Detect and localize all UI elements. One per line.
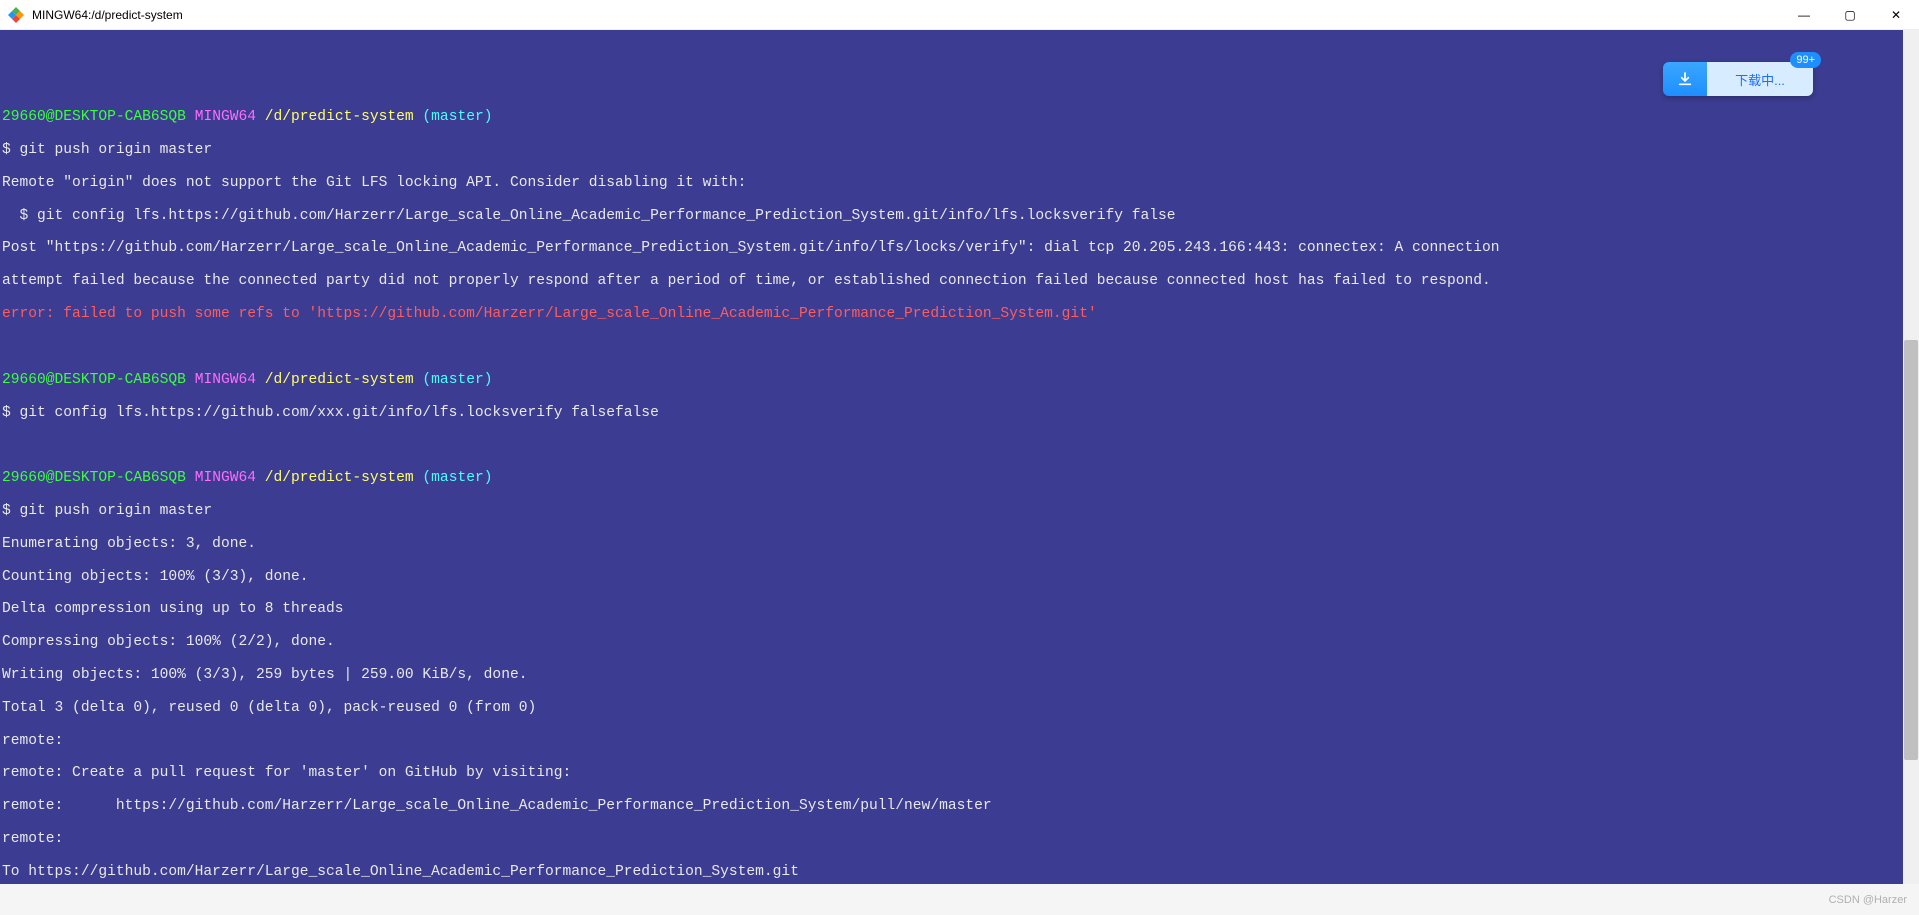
cmd-line: $ git push origin master [2, 142, 1917, 158]
app-icon [8, 7, 24, 23]
output-line: remote: https://github.com/Harzerr/Large… [2, 798, 1917, 814]
output-line: Remote "origin" does not support the Git… [2, 175, 1917, 191]
cmd-line: $ git push origin master [2, 503, 1917, 519]
output-line: Counting objects: 100% (3/3), done. [2, 569, 1917, 585]
output-line: Delta compression using up to 8 threads [2, 601, 1917, 617]
download-icon [1663, 62, 1707, 96]
scrollbar-thumb[interactable] [1904, 340, 1918, 760]
minimize-button[interactable]: — [1781, 0, 1827, 30]
bottom-bar: CSDN @Harzer [0, 884, 1919, 915]
maximize-button[interactable]: ▢ [1827, 0, 1873, 30]
titlebar: MINGW64:/d/predict-system — ▢ ✕ [0, 0, 1919, 30]
output-line: remote: [2, 831, 1917, 847]
terminal[interactable]: 29660@DESKTOP-CAB6SQB MINGW64 /d/predict… [0, 30, 1919, 884]
download-widget[interactable]: 下载中... 99+ [1663, 62, 1813, 96]
scrollbar-track[interactable] [1903, 30, 1919, 884]
output-line: Post "https://github.com/Harzerr/Large_s… [2, 240, 1917, 256]
output-line: Writing objects: 100% (3/3), 259 bytes |… [2, 667, 1917, 683]
window-title: MINGW64:/d/predict-system [32, 8, 183, 22]
output-line: attempt failed because the connected par… [2, 273, 1917, 289]
download-badge: 99+ [1790, 52, 1821, 68]
prompt-line: 29660@DESKTOP-CAB6SQB MINGW64 /d/predict… [2, 109, 1917, 125]
window-controls: — ▢ ✕ [1781, 0, 1919, 30]
output-line: remote: [2, 733, 1917, 749]
output-line: Compressing objects: 100% (2/2), done. [2, 634, 1917, 650]
output-line: Total 3 (delta 0), reused 0 (delta 0), p… [2, 700, 1917, 716]
output-line: Enumerating objects: 3, done. [2, 536, 1917, 552]
prompt-line: 29660@DESKTOP-CAB6SQB MINGW64 /d/predict… [2, 470, 1917, 486]
output-line: $ git config lfs.https://github.com/Harz… [2, 208, 1917, 224]
output-line: remote: Create a pull request for 'maste… [2, 765, 1917, 781]
output-line: To https://github.com/Harzerr/Large_scal… [2, 864, 1917, 880]
watermark: CSDN @Harzer [1829, 894, 1907, 906]
prompt-line: 29660@DESKTOP-CAB6SQB MINGW64 /d/predict… [2, 372, 1917, 388]
error-line: error: failed to push some refs to 'http… [2, 306, 1917, 322]
terminal-content: 29660@DESKTOP-CAB6SQB MINGW64 /d/predict… [0, 46, 1919, 884]
cmd-line: $ git config lfs.https://github.com/xxx.… [2, 405, 1917, 421]
close-button[interactable]: ✕ [1873, 0, 1919, 30]
